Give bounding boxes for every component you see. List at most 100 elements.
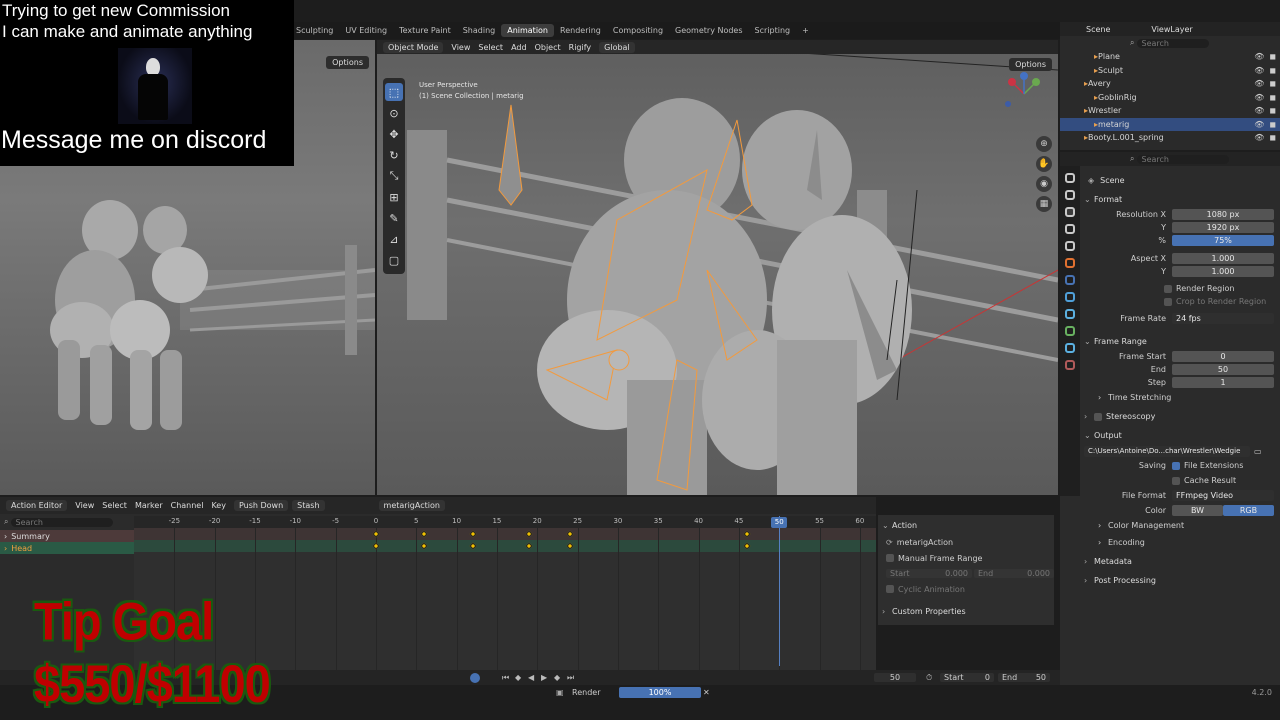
- properties-tab-icon[interactable]: [1065, 207, 1075, 217]
- properties-tab-icon[interactable]: [1065, 241, 1075, 251]
- prev-keyframe-icon[interactable]: ◆: [515, 673, 521, 682]
- workspace-tab-3[interactable]: Shading: [457, 24, 502, 37]
- viewport-menu-1[interactable]: Select: [474, 42, 507, 53]
- folder-icon[interactable]: ▭: [1254, 447, 1262, 456]
- mode-dropdown[interactable]: Object Mode: [383, 41, 444, 53]
- color-rgb-toggle[interactable]: RGB: [1223, 504, 1274, 516]
- action-panel-name[interactable]: metarigAction: [897, 538, 953, 547]
- cancel-render-icon[interactable]: ✕: [703, 688, 710, 697]
- main-3d-viewport[interactable]: Object Mode View Select Add Object Rigify Gl…: [377, 40, 1058, 495]
- cache-result-checkbox[interactable]: [1172, 476, 1180, 485]
- play-icon[interactable]: ▶: [541, 673, 547, 682]
- post-processing-section[interactable]: › Post Processing: [1084, 572, 1276, 589]
- viewport-menu-4[interactable]: Rigify: [565, 42, 596, 53]
- transform-icon[interactable]: ⊞: [385, 188, 403, 206]
- measure-icon[interactable]: ⊿: [385, 230, 403, 248]
- workspace-tab-0[interactable]: Sculpting: [290, 24, 339, 37]
- channel-row-summary[interactable]: › Summary: [0, 530, 134, 542]
- frame-ruler[interactable]: -25 -20 -15 -10 -5 0 5 10 15 20 25 30 35 40 45 50 55 60: [134, 516, 876, 528]
- viewport-options-button[interactable]: Options: [1009, 58, 1052, 71]
- eye-icon[interactable]: 👁: [1254, 120, 1264, 129]
- pan-hand-icon[interactable]: ✋: [1036, 156, 1052, 172]
- action-menu-1[interactable]: Select: [98, 500, 131, 511]
- grid-icon[interactable]: ▦: [1036, 196, 1052, 212]
- properties-tab-icon[interactable]: [1065, 258, 1075, 268]
- channel-row-group[interactable]: › Head: [0, 542, 134, 554]
- jump-end-icon[interactable]: ⏭: [567, 673, 574, 683]
- camera-icon[interactable]: ◼: [1269, 93, 1276, 102]
- play-reverse-icon[interactable]: ◀: [528, 673, 534, 682]
- eye-icon[interactable]: 👁: [1254, 66, 1264, 75]
- view-layer-selector[interactable]: ViewLayer: [1151, 25, 1192, 34]
- push-down-button[interactable]: Push Down: [233, 500, 289, 511]
- frame-end-field[interactable]: 50: [1172, 364, 1274, 375]
- outliner-item[interactable]: ▸ metarig 👁 ◼: [1060, 117, 1280, 131]
- stereoscopy-section[interactable]: › Stereoscopy: [1084, 408, 1276, 425]
- workspace-tab-4[interactable]: Animation: [501, 24, 555, 37]
- record-button[interactable]: [470, 672, 480, 683]
- encoding-section[interactable]: › Encoding: [1084, 534, 1276, 551]
- action-end-field[interactable]: 0.000: [1027, 569, 1050, 578]
- chevron-icon[interactable]: ›: [4, 532, 7, 541]
- playhead[interactable]: [779, 516, 781, 666]
- properties-tab-icon[interactable]: [1065, 224, 1075, 234]
- properties-tab-icon[interactable]: [1065, 326, 1075, 336]
- metadata-section[interactable]: › Metadata: [1084, 553, 1276, 570]
- outliner-item[interactable]: ▸ Sculpt 👁 ◼: [1060, 64, 1280, 78]
- color-management-section[interactable]: › Color Management: [1084, 517, 1276, 534]
- timeline-start-field[interactable]: 0: [985, 673, 990, 682]
- properties-tab-icon[interactable]: [1065, 343, 1075, 353]
- timeline-end-field[interactable]: 50: [1036, 673, 1046, 682]
- stash-button[interactable]: Stash: [292, 500, 325, 511]
- properties-tab-icon[interactable]: [1065, 173, 1075, 183]
- properties-tab-icon[interactable]: [1065, 360, 1075, 370]
- camera-icon[interactable]: ◼: [1269, 79, 1276, 88]
- frame-step-field[interactable]: 1: [1172, 377, 1274, 388]
- camera-icon[interactable]: ◼: [1269, 106, 1276, 115]
- viewport-menu-3[interactable]: Object: [531, 42, 565, 53]
- outliner-item[interactable]: ▸ GoblinRig 👁 ◼: [1060, 91, 1280, 105]
- jump-start-icon[interactable]: ⏮: [502, 673, 509, 683]
- format-section[interactable]: ⌄ Format: [1084, 191, 1276, 208]
- current-frame-indicator[interactable]: 50: [771, 517, 788, 528]
- chevron-icon[interactable]: ›: [4, 544, 7, 553]
- cyclic-animation-checkbox[interactable]: [886, 585, 894, 593]
- action-menu-4[interactable]: Key: [207, 500, 230, 511]
- resolution-y-field[interactable]: 1920 px: [1172, 222, 1274, 233]
- move-icon[interactable]: ✥: [385, 125, 403, 143]
- action-menu-3[interactable]: Channel: [167, 500, 208, 511]
- frame-start-field[interactable]: 0: [1172, 351, 1274, 362]
- properties-tab-icon[interactable]: [1065, 292, 1075, 302]
- outliner-item[interactable]: ▸ Wrestler 👁 ◼: [1060, 104, 1280, 118]
- eye-icon[interactable]: 👁: [1254, 52, 1264, 61]
- next-keyframe-icon[interactable]: ◆: [554, 673, 560, 682]
- scene-selector[interactable]: Scene: [1086, 25, 1110, 34]
- camera-icon[interactable]: ◉: [1036, 176, 1052, 192]
- workspace-tab-6[interactable]: Compositing: [607, 24, 669, 37]
- outliner-item[interactable]: ▸ Avery 👁 ◼: [1060, 77, 1280, 91]
- camera-icon[interactable]: ◼: [1269, 66, 1276, 75]
- action-menu-2[interactable]: Marker: [131, 500, 167, 511]
- stereoscopy-checkbox[interactable]: [1094, 412, 1102, 421]
- annotate-icon[interactable]: ✎: [385, 209, 403, 227]
- eye-icon[interactable]: 👁: [1254, 79, 1264, 88]
- eye-icon[interactable]: 👁: [1254, 133, 1264, 142]
- navigation-gizmo[interactable]: [1004, 72, 1044, 112]
- viewport-menu-2[interactable]: Add: [507, 42, 531, 53]
- action-name-field[interactable]: metarigAction: [378, 500, 445, 511]
- select-box-icon[interactable]: ⬚: [385, 83, 403, 101]
- properties-tab-icon[interactable]: [1065, 309, 1075, 319]
- output-section[interactable]: ⌄ Output: [1084, 427, 1276, 444]
- workspace-tab-5[interactable]: Rendering: [554, 24, 607, 37]
- workspace-tab-1[interactable]: UV Editing: [339, 24, 393, 37]
- action-menu-0[interactable]: View: [71, 500, 98, 511]
- outliner-item[interactable]: ▸ Booty.L.001_spring 👁 ◼: [1060, 131, 1280, 145]
- cursor-icon[interactable]: ⊙: [385, 104, 403, 122]
- orientation-dropdown[interactable]: Global: [599, 41, 635, 53]
- camera-icon[interactable]: ◼: [1269, 120, 1276, 129]
- frame-rate-dropdown[interactable]: 24 fps: [1172, 313, 1274, 324]
- camera-icon[interactable]: ◼: [1269, 133, 1276, 142]
- workspace-tab-7[interactable]: Geometry Nodes: [669, 24, 748, 37]
- zoom-icon[interactable]: ⊕: [1036, 136, 1052, 152]
- aspect-y-field[interactable]: 1.000: [1172, 266, 1274, 277]
